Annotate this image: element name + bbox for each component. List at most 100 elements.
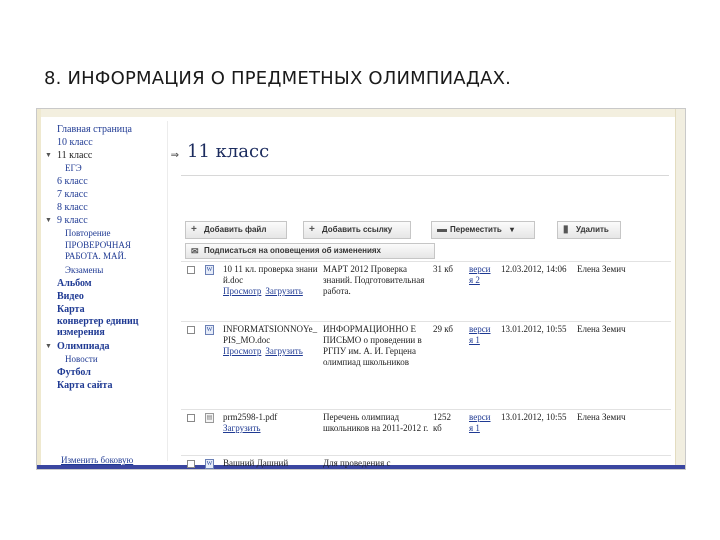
- sidebar-item-label: Олимпиада: [57, 341, 110, 352]
- page-title: 11 класс: [187, 141, 270, 162]
- file-description: Перечень олимпиад школьников на 2011-201…: [323, 412, 429, 433]
- version-link[interactable]: верси я 1: [469, 412, 495, 434]
- download-link[interactable]: Загрузить: [265, 346, 303, 356]
- main-content: 11 класс + Добавить файл + Добавить ссыл…: [181, 123, 671, 469]
- table-row: W Вашний Дашний Для проведения с: [181, 455, 671, 469]
- sidebar-item-grade-6[interactable]: 6 класс: [43, 175, 171, 188]
- file-actions: Просмотр Загрузить: [223, 346, 319, 357]
- sidebar-item-grade-7[interactable]: 7 класс: [43, 188, 171, 201]
- file-size: 1252 кб: [433, 412, 451, 433]
- subscribe-button[interactable]: ✉ Подписаться на оповещения об изменения…: [185, 243, 435, 259]
- table-row: ▤ prm2598-1.pdf Загрузить Перечень олимп…: [181, 409, 671, 455]
- row-checkbox[interactable]: [187, 414, 195, 422]
- row-checkbox[interactable]: [187, 460, 195, 468]
- view-link[interactable]: Просмотр: [223, 346, 261, 356]
- sidebar-nav: Главная страница 10 класс ▼ 11 класс ⇒ Е…: [43, 123, 179, 469]
- sidebar-item-map[interactable]: Карта: [43, 303, 171, 316]
- scrollbar[interactable]: [675, 109, 685, 469]
- download-link[interactable]: Загрузить: [265, 286, 303, 296]
- sidebar-item-label: 9 класс: [57, 215, 88, 226]
- sidebar-item-label: Главная страница: [57, 124, 132, 135]
- table-row: W 10 11 кл. проверка знаний.doc Просмотр…: [181, 261, 671, 321]
- sidebar-item-label: Экзамены: [65, 265, 104, 275]
- sidebar-item-grade-9[interactable]: ▼ 9 класс: [43, 214, 171, 227]
- sidebar-item-album[interactable]: Альбом: [43, 277, 171, 290]
- expand-arrow-icon[interactable]: ▼: [45, 340, 52, 353]
- download-link[interactable]: Загрузить: [223, 423, 261, 433]
- table-row: W INFORMATSIONNOYe_PIS_MO.doc Просмотр За…: [181, 321, 671, 409]
- version-link[interactable]: верси я 2: [469, 264, 495, 286]
- slide-title: 8. ИНФОРМАЦИЯ О ПРЕДМЕТНЫХ ОЛИМПИАДАХ.: [44, 68, 512, 89]
- file-size: 31 кб: [433, 264, 453, 274]
- frame-left: [37, 109, 41, 469]
- sidebar-divider: [167, 121, 168, 461]
- file-date: 13.01.2012, 10:55: [501, 412, 567, 422]
- envelope-icon: ✉: [191, 246, 199, 256]
- file-description: МАРТ 2012 Проверка знаний. Подготовитель…: [323, 264, 425, 296]
- sidebar-item-label: ЕГЭ: [65, 163, 82, 173]
- file-name: prm2598-1.pdf: [223, 412, 278, 422]
- sidebar-item-exams[interactable]: Экзамены: [43, 264, 171, 277]
- delete-button[interactable]: ▮ Удалить: [557, 221, 621, 239]
- sidebar-item-label: 8 класс: [57, 202, 88, 213]
- sidebar-item-label: Видео: [57, 291, 84, 302]
- sidebar-item-grade-8[interactable]: 8 класс: [43, 201, 171, 214]
- sidebar-item-label: 10 класс: [57, 137, 93, 148]
- add-file-label: Добавить файл: [204, 225, 267, 234]
- sidebar-item-label: Альбом: [57, 278, 92, 289]
- site-screenshot: Главная страница 10 класс ▼ 11 класс ⇒ Е…: [36, 108, 686, 470]
- file-name: Вашний Дашний: [223, 458, 289, 468]
- move-label: Переместить: [450, 225, 502, 234]
- sidebar-item-home[interactable]: Главная страница: [43, 123, 171, 136]
- row-checkbox[interactable]: [187, 266, 195, 274]
- file-size: 29 кб: [433, 324, 453, 334]
- edit-sidebar-link[interactable]: Изменить боковую: [61, 455, 133, 465]
- sidebar-item-label: Новости: [65, 354, 98, 364]
- move-dropdown-button[interactable]: ▬ Переместить ▾: [431, 221, 535, 239]
- file-actions: Загрузить: [223, 423, 319, 434]
- frame-top: [37, 109, 685, 117]
- file-name-cell: INFORMATSIONNOYe_PIS_MO.doc Просмотр Загр…: [223, 324, 319, 357]
- version-link[interactable]: верси я 1: [469, 324, 495, 346]
- sidebar-item-label: Футбол: [57, 367, 91, 378]
- sidebar-item-label: конвертер единиц измерения: [57, 316, 139, 338]
- sidebar-item-grade-11[interactable]: ▼ 11 класс ⇒: [43, 149, 179, 162]
- sidebar-item-grade-10[interactable]: 10 класс: [43, 136, 171, 149]
- sidebar-item-label: Карта: [57, 304, 85, 315]
- sidebar-item-video[interactable]: Видео: [43, 290, 171, 303]
- file-date: 13.01.2012, 10:55: [501, 324, 567, 334]
- folder-icon: ▬: [437, 224, 447, 235]
- sidebar-item-sitemap[interactable]: Карта сайта: [43, 379, 171, 392]
- move-handle-icon[interactable]: ⇒: [171, 149, 179, 162]
- add-link-label: Добавить ссылку: [322, 225, 393, 234]
- sidebar-item-unit-converter[interactable]: конвертер единиц измерения: [43, 316, 171, 340]
- sidebar-item-test-may[interactable]: ПРОВЕРОЧНАЯ РАБОТА. МАЙ.: [43, 240, 171, 264]
- file-name-cell: Вашний Дашний: [223, 458, 319, 469]
- plus-icon: +: [191, 224, 197, 235]
- row-checkbox[interactable]: [187, 326, 195, 334]
- file-actions: Просмотр Загрузить: [223, 286, 319, 297]
- word-doc-icon: W: [205, 265, 214, 275]
- sidebar-item-label: 11 класс: [57, 150, 93, 161]
- add-file-button[interactable]: + Добавить файл: [185, 221, 287, 239]
- expand-arrow-icon[interactable]: ▼: [45, 149, 52, 162]
- delete-label: Удалить: [576, 225, 609, 234]
- sidebar-item-ege[interactable]: ЕГЭ: [43, 162, 171, 175]
- plus-icon: +: [309, 224, 315, 235]
- add-link-button[interactable]: + Добавить ссылку: [303, 221, 411, 239]
- sidebar-item-label: 6 класс: [57, 176, 88, 187]
- file-name: 10 11 кл. проверка знаний.doc: [223, 264, 318, 285]
- trash-icon: ▮: [563, 224, 569, 235]
- sidebar-item-olympiad[interactable]: ▼ Олимпиада: [43, 340, 171, 353]
- file-list: W 10 11 кл. проверка знаний.doc Просмотр…: [181, 261, 671, 469]
- sidebar-item-review[interactable]: Повторение: [43, 227, 171, 240]
- view-link[interactable]: Просмотр: [223, 286, 261, 296]
- file-author: Елена Земич: [577, 412, 626, 422]
- file-description: Для проведения с: [323, 458, 391, 468]
- sidebar-item-football[interactable]: Футбол: [43, 366, 171, 379]
- sidebar-item-news[interactable]: Новости: [43, 353, 171, 366]
- file-name-cell: 10 11 кл. проверка знаний.doc Просмотр За…: [223, 264, 319, 297]
- expand-arrow-icon[interactable]: ▼: [45, 214, 52, 227]
- subscribe-label: Подписаться на оповещения об изменениях: [204, 246, 382, 255]
- sidebar-item-label: ПРОВЕРОЧНАЯ РАБОТА. МАЙ.: [65, 240, 131, 261]
